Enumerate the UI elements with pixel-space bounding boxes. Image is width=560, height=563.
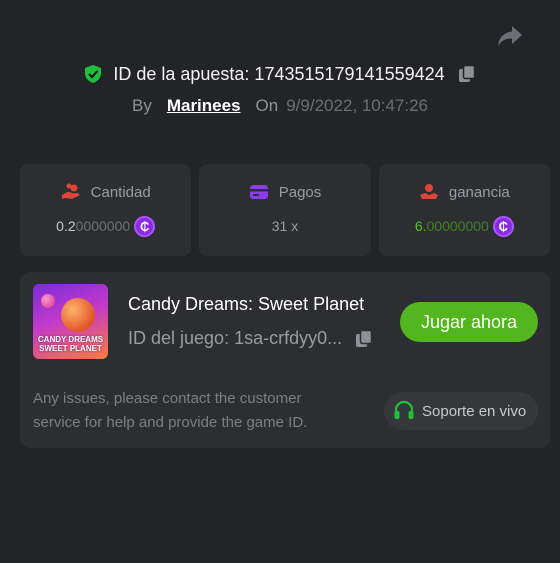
stat-amount-value-rest: 0000000	[75, 218, 131, 234]
game-thumbnail-caption: CANDY DREAMS SWEET PLANET	[37, 335, 104, 353]
shield-check-icon	[85, 65, 102, 83]
stat-payout-value: 31 x	[271, 218, 299, 234]
stat-profit-label: ganancia	[448, 183, 510, 201]
copy-bet-id-icon[interactable]	[457, 64, 477, 84]
game-thumbnail[interactable]: CANDY DREAMS SWEET PLANET	[33, 284, 108, 359]
game-card: CANDY DREAMS SWEET PLANET Candy Dreams: …	[20, 272, 550, 448]
stat-amount: Cantidad 0.2 0000000 ₵	[20, 164, 192, 256]
stat-profit-value-rest: 00000000	[426, 218, 489, 234]
card-icon	[249, 185, 268, 199]
on-label: On	[255, 96, 279, 115]
live-support-button[interactable]: Soporte en vivo	[384, 392, 538, 430]
live-support-label: Soporte en vivo	[422, 402, 527, 420]
username-link[interactable]: Marinees	[167, 96, 241, 116]
support-help-text: Any issues, please contact the customer …	[33, 390, 308, 431]
play-now-button[interactable]: Jugar ahora	[400, 302, 538, 342]
bet-meta-line: By Marinees On 9/9/2022, 10:47:26	[0, 94, 560, 118]
coin-icon: ₵	[492, 215, 514, 237]
profit-icon	[419, 184, 438, 199]
coins-hand-icon	[61, 183, 80, 199]
headset-icon	[394, 400, 414, 419]
bet-stats: Cantidad 0.2 0000000 ₵ Pagos 31 x gananci…	[20, 164, 550, 256]
coin-icon: ₵	[134, 215, 156, 237]
game-title: Candy Dreams: Sweet Planet	[128, 294, 365, 314]
share-icon[interactable]	[496, 24, 524, 48]
stat-profit-value: 6.	[414, 218, 427, 234]
game-id-text: ID del juego: 1sa-crfdyy0...	[128, 328, 343, 348]
bet-id-line: ID de la apuesta: 1743515179141559424	[0, 62, 560, 86]
game-id-line: ID del juego: 1sa-crfdyy0...	[128, 328, 374, 349]
stat-profit: ganancia 6. 00000000 ₵	[378, 164, 550, 256]
by-label: By	[131, 96, 152, 115]
stat-payout: Pagos 31 x	[199, 164, 371, 256]
bet-id-text: ID de la apuesta: 1743515179141559424	[113, 63, 445, 84]
stat-amount-value: 0.2	[56, 218, 76, 234]
bet-datetime: 9/9/2022, 10:47:26	[286, 96, 429, 115]
copy-game-id-icon[interactable]	[354, 329, 374, 349]
stat-amount-label: Cantidad	[90, 183, 151, 201]
stat-payout-label: Pagos	[278, 183, 322, 201]
